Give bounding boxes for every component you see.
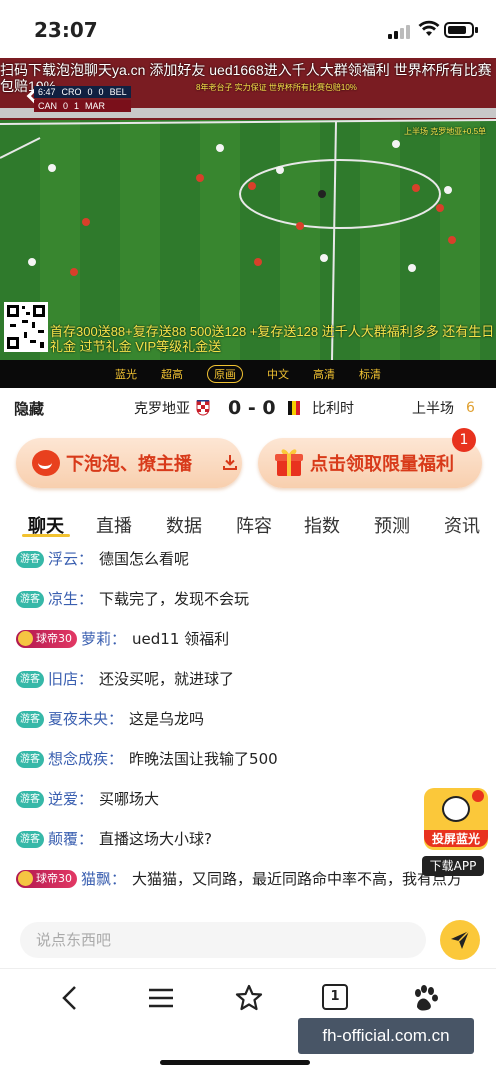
level-badge: 球帝30 [16,870,77,888]
chat-username[interactable]: 夏夜未央 [48,710,108,728]
baidu-paw-icon[interactable] [410,983,440,1013]
send-icon [451,930,470,949]
chat-text: 德国怎么看呢 [99,550,190,568]
match-period: 上半场 [412,401,454,417]
chat-username[interactable]: 浮云 [48,550,78,568]
download-app-button[interactable]: 下载APP [422,856,484,876]
chat-text: 这是乌龙吗 [129,710,205,728]
close-icon[interactable] [472,790,484,802]
guest-badge: 游客 [16,751,44,768]
chat-text: 下载完了，发现不会玩 [99,590,250,608]
chat-message: 游客 夏夜未央： 这是乌龙吗 [16,708,204,730]
back-nav-icon[interactable] [56,983,86,1013]
chat-username[interactable]: 想念成疾 [48,750,108,768]
quality-option[interactable]: 超高 [161,366,183,382]
belgium-flag-icon [288,401,300,415]
chat-text: 昨晚法国让我输了500 [129,750,278,768]
download-bubble-button[interactable]: 下泡泡、撩主播 [16,438,242,488]
star-icon[interactable] [234,983,264,1013]
quality-option[interactable]: 高清 [313,366,335,382]
guest-badge: 游客 [16,791,44,808]
deposit-promo: 首存300送88+复存送88 500送128 +复存送128 进千人大群福利多多… [50,324,495,354]
send-button[interactable] [440,920,480,960]
scorebug: 6:47 CRO 0 0 BEL CAN 0 1 MAR [34,86,131,114]
quality-selector: 蓝光 超高 原画 中文 高清 标清 [0,360,496,388]
tab-news[interactable]: 资讯 [444,512,480,538]
status-bar: 23:07 [0,0,496,58]
tab-live[interactable]: 直播 [96,512,132,538]
claim-benefit-button[interactable]: 点击领取限量福利 [258,438,482,488]
quality-option[interactable]: 中文 [267,366,289,382]
chat-message: 游客 逆爱： 买哪场大 [16,788,159,810]
tab-count-button[interactable]: 1 [322,984,348,1010]
home-indicator[interactable] [160,1060,310,1065]
bubble-app-icon [32,450,60,476]
signal-icon [388,23,412,39]
chat-username[interactable]: 萝莉 [81,630,111,648]
watermark: fh-official.com.cn [298,1018,474,1054]
tab-odds[interactable]: 指数 [304,512,340,538]
chat-text: 买哪场大 [99,790,160,808]
status-time: 23:07 [34,18,98,42]
tab-lineup[interactable]: 阵容 [236,512,272,538]
gift-icon [275,449,303,476]
home-team-name: 克罗地亚 [134,401,190,417]
chat-text: 直播这场大小球? [99,830,212,848]
match-count: 6 [466,400,475,416]
chat-input[interactable] [20,922,426,958]
chat-username[interactable]: 猫飘 [81,870,111,888]
download-bubble-label: 下泡泡、撩主播 [66,454,192,475]
chat-message: 游客 凉生： 下载完了，发现不会玩 [16,588,249,610]
guest-badge: 游客 [16,711,44,728]
claim-benefit-label: 点击领取限量福利 [310,454,454,475]
level-badge: 球帝30 [16,630,77,648]
match-score: 0 - 0 [228,397,276,419]
notification-badge: 1 [452,428,476,452]
quality-option[interactable]: 蓝光 [115,366,137,382]
match-info-bar: 隐藏 克罗地亚 0 - 0 比利时 上半场 6 [0,388,496,428]
quality-option[interactable]: 标清 [359,366,381,382]
menu-icon[interactable] [146,983,176,1013]
chat-text: 还没买呢，就进球了 [99,670,235,688]
chat-message: 游客 浮云： 德国怎么看呢 [16,548,189,570]
scorebug-row: 6:47 CRO 0 0 BEL [34,86,131,98]
croatia-flag-icon [196,400,210,416]
chat-username[interactable]: 旧店 [48,670,78,688]
dog-mascot-icon [442,796,470,822]
chat-username[interactable]: 颠覆 [48,830,78,848]
qr-code-icon [4,302,48,352]
quality-option-active[interactable]: 原画 [207,365,243,383]
guest-badge: 游客 [16,551,44,568]
promo-overlay: 8年老台子 实力保证 世界杯所有比赛包赔10% [196,83,357,92]
scorebug-row: CAN 0 1 MAR [34,100,131,112]
chat-username[interactable]: 凉生 [48,590,78,608]
guest-badge: 游客 [16,831,44,848]
download-icon [223,455,237,470]
battery-icon [444,22,478,38]
chat-username[interactable]: 逆爱 [48,790,78,808]
guest-badge: 游客 [16,591,44,608]
chat-list[interactable]: 游客 浮云： 德国怎么看呢 游客 凉生： 下载完了，发现不会玩 球帝30 萝莉： ued11… [0,542,496,908]
cast-app-label: 投屏蓝光 [424,830,488,847]
chat-message: 游客 颠覆： 直播这场大小球? [16,828,212,850]
chat-message: 游客 旧店： 还没买呢，就进球了 [16,668,234,690]
hide-button[interactable]: 隐藏 [14,398,44,419]
chat-text: ued11 领福利 [132,630,230,648]
away-team-name: 比利时 [312,401,354,417]
tab-data[interactable]: 数据 [166,512,202,538]
chat-message: 游客 想念成疾： 昨晚法国让我输了500 [16,748,278,770]
wifi-icon [418,20,440,36]
tab-prediction[interactable]: 预测 [374,512,410,538]
chat-text: 大猫猫，又同路，最近同路命中率不高，我有点方 [132,870,463,888]
video-player[interactable]: 扫码下载泡泡聊天ya.cn 添加好友 ued1668进入千人大群领福利 世界杯所… [0,58,496,360]
odds-overlay: 上半场 克罗地亚+0.5单 [404,127,487,136]
active-tab-indicator [22,534,70,537]
tab-bar: 聊天 直播 数据 阵容 指数 预测 资讯 [0,506,496,542]
chat-message: 球帝30 萝莉： ued11 领福利 [16,628,229,650]
chat-message: 球帝30 猫飘： 大猫猫，又同路，最近同路命中率不高，我有点方 [16,868,466,890]
guest-badge: 游客 [16,671,44,688]
